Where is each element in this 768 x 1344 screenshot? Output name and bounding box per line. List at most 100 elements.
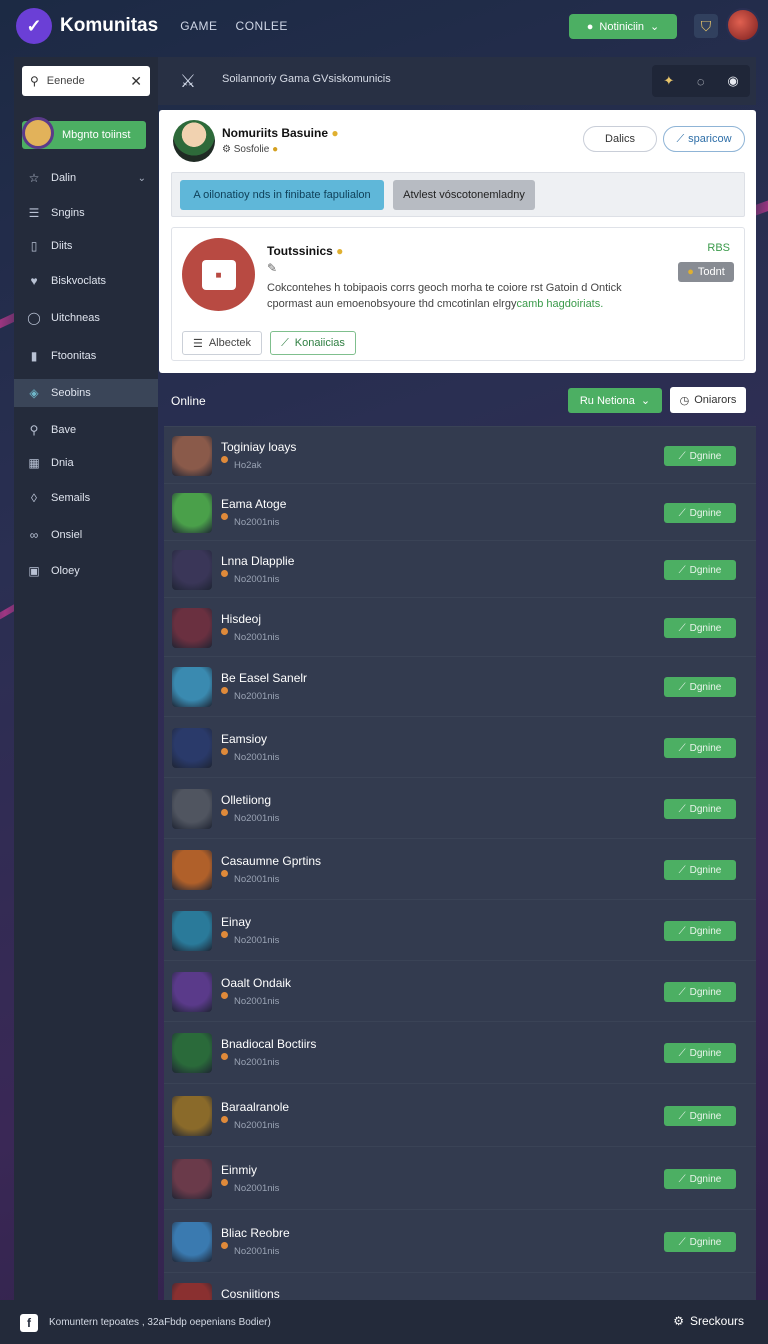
sidebar-item-oloey[interactable]: ▣ Oloey [14,557,158,585]
tag-blue[interactable]: A oilonatioy nds in finibate fapulialon [180,180,384,210]
member-name[interactable]: Eama Atoge [221,497,286,511]
member-action-button[interactable]: ⟋ Dgnine [664,446,736,466]
list-item[interactable]: Bnadiocal Boctiirs No2001nis ⟋ Dgnine [164,1021,756,1083]
list-item[interactable]: Einmiy No2001nis ⟋ Dgnine [164,1146,756,1209]
member-name[interactable]: Einmiy [221,1163,257,1177]
member-name[interactable]: Cosniitions [221,1287,280,1300]
member-avatar[interactable] [172,493,212,533]
sidebar-item-onsiel[interactable]: ∞ Onsiel [14,521,158,549]
facebook-icon[interactable]: f [20,1314,38,1332]
member-action-button[interactable]: ⟋ Dgnine [664,1169,736,1189]
list-item[interactable]: Lnna Dlapplie No2001nis ⟋ Dgnine [164,540,756,597]
filter-dropdown-button[interactable]: Ru Netiona ⌄ [568,388,662,413]
albectek-button[interactable]: ☰ Albectek [182,331,262,355]
sidebar-item-seobins[interactable]: ◈ Seobins [14,379,158,407]
member-avatar[interactable] [172,550,212,590]
member-action-button[interactable]: ⟋ Dgnine [664,799,736,819]
list-item[interactable]: Olletiiong No2001nis ⟋ Dgnine [164,777,756,838]
close-icon[interactable]: ✕ [130,73,142,90]
sidebar-item-dnia[interactable]: ▦ Dnia [14,449,158,477]
member-name[interactable]: Lnna Dlapplie [221,554,294,568]
konaiicias-button[interactable]: ⟋ Konaiicias [270,331,356,355]
sparkle-icon[interactable]: ✦ [663,73,674,89]
member-name[interactable]: Bliac Reobre [221,1226,290,1240]
chat-icon[interactable]: ◌ [697,74,705,89]
member-name[interactable]: Olletiiong [221,793,271,807]
list-item[interactable]: Baraalranole No2001nis ⟋ Dgnine [164,1083,756,1146]
brand-name[interactable]: Komunitas [60,15,158,37]
list-item[interactable]: Cosniitions [164,1272,756,1300]
list-item[interactable]: Bliac Reobre No2001nis ⟋ Dgnine [164,1209,756,1272]
member-name[interactable]: Hisdeoj [221,612,261,626]
sidebar-item-ftoonitas[interactable]: ▮ Ftoonitas [14,342,158,370]
member-action-button[interactable]: ⟋ Dgnine [664,503,736,523]
member-avatar[interactable] [172,436,212,476]
sidebar-item-dalin[interactable]: ☆ Dalin ⌄ [14,164,158,192]
card-desc-link[interactable]: camb hagdoiriats. [516,298,603,310]
card-badge[interactable]: ● Todnt [678,262,734,282]
list-item[interactable]: Be Easel Sanelr No2001nis ⟋ Dgnine [164,656,756,716]
member-action-button[interactable]: ⟋ Dgnine [664,1043,736,1063]
member-avatar[interactable] [172,972,212,1012]
member-avatar[interactable] [172,667,212,707]
member-avatar[interactable] [172,1033,212,1073]
member-name[interactable]: Eamsioy [221,732,267,746]
member-name[interactable]: Einay [221,915,251,929]
list-item[interactable]: Eama Atoge No2001nis ⟋ Dgnine [164,483,756,540]
list-item[interactable]: Oaalt Ondaik No2001nis ⟋ Dgnine [164,960,756,1021]
member-avatar[interactable] [172,911,212,951]
member-avatar[interactable] [172,1283,212,1300]
member-action-button[interactable]: ⟋ Dgnine [664,738,736,758]
member-action-button[interactable]: ⟋ Dgnine [664,618,736,638]
member-name[interactable]: Casaumne Gprtins [221,854,321,868]
member-avatar[interactable] [172,789,212,829]
shield-icon[interactable]: ⛉ [694,14,718,38]
member-action-button[interactable]: ⟋ Dgnine [664,1106,736,1126]
profile-avatar[interactable] [22,117,54,149]
sidebar-item-biskvoclats[interactable]: ♥ Biskvoclats [14,267,158,295]
list-item[interactable]: Einay No2001nis ⟋ Dgnine [164,899,756,960]
member-action-button[interactable]: ⟋ Dgnine [664,860,736,880]
list-item[interactable]: Toginiay loays Ho2ak ⟋ Dgnine [164,426,756,483]
member-avatar[interactable] [172,1096,212,1136]
member-avatar[interactable] [172,1159,212,1199]
member-name[interactable]: Baraalranole [221,1100,289,1114]
member-action-button[interactable]: ⟋ Dgnine [664,921,736,941]
footer: f Komuntern tepoates , 32aFbdp oepenians… [0,1300,768,1344]
chat-bubble-icon[interactable]: ✓ [16,8,52,44]
nav-item-game[interactable]: GAME [180,19,217,33]
user-avatar[interactable] [726,8,760,42]
notifications-button[interactable]: ● Notiniciin ⌄ [569,14,677,39]
sidebar-item-diits[interactable]: ▯ Diits [14,232,158,260]
pencil-icon[interactable]: ✎ [267,261,277,275]
member-action-button[interactable]: ⟋ Dgnine [664,677,736,697]
member-avatar[interactable] [172,608,212,648]
member-avatar[interactable] [172,1222,212,1262]
footer-link[interactable]: ⚙ Sreckours [673,1314,744,1328]
member-action-button[interactable]: ⟋ Dgnine [664,560,736,580]
member-action-button[interactable]: ⟋ Dgnine [664,982,736,1002]
list-item[interactable]: Casaumne Gprtins No2001nis ⟋ Dgnine [164,838,756,899]
status-button[interactable]: ◷ Oniarors [670,387,746,413]
member-action-button[interactable]: ⟋ Dgnine [664,1232,736,1252]
sparicow-button[interactable]: ⟋ sparicow [663,126,745,152]
tag-gray[interactable]: Atvlest vóscotonemladny [393,180,535,210]
nav-item-conlee[interactable]: CONLEE [236,19,288,33]
member-name[interactable]: Bnadiocal Boctiirs [221,1037,316,1051]
list-item[interactable]: Eamsioy No2001nis ⟋ Dgnine [164,716,756,777]
sidebar-item-bave[interactable]: ⚲ Bave [14,416,158,444]
search-box[interactable]: ⚲ Eenede ✕ [22,66,150,96]
list-item[interactable]: Hisdeoj No2001nis ⟋ Dgnine [164,597,756,656]
member-avatar[interactable] [172,850,212,890]
member-name[interactable]: Oaalt Ondaik [221,976,291,990]
member-avatar[interactable] [172,728,212,768]
sidebar-item-sngins[interactable]: ☰ Sngins [14,199,158,227]
dalics-button[interactable]: Dalics [583,126,657,152]
profile-avatar-large[interactable] [173,120,215,162]
settings-icon[interactable]: ◉ [727,73,738,89]
sidebar-item-semails[interactable]: ◊ Semails [14,484,158,512]
search-input[interactable]: Eenede [47,75,130,87]
member-name[interactable]: Toginiay loays [221,440,296,454]
member-name[interactable]: Be Easel Sanelr [221,671,307,685]
sidebar-item-uitchneas[interactable]: ◯ Uitchneas [14,304,158,332]
